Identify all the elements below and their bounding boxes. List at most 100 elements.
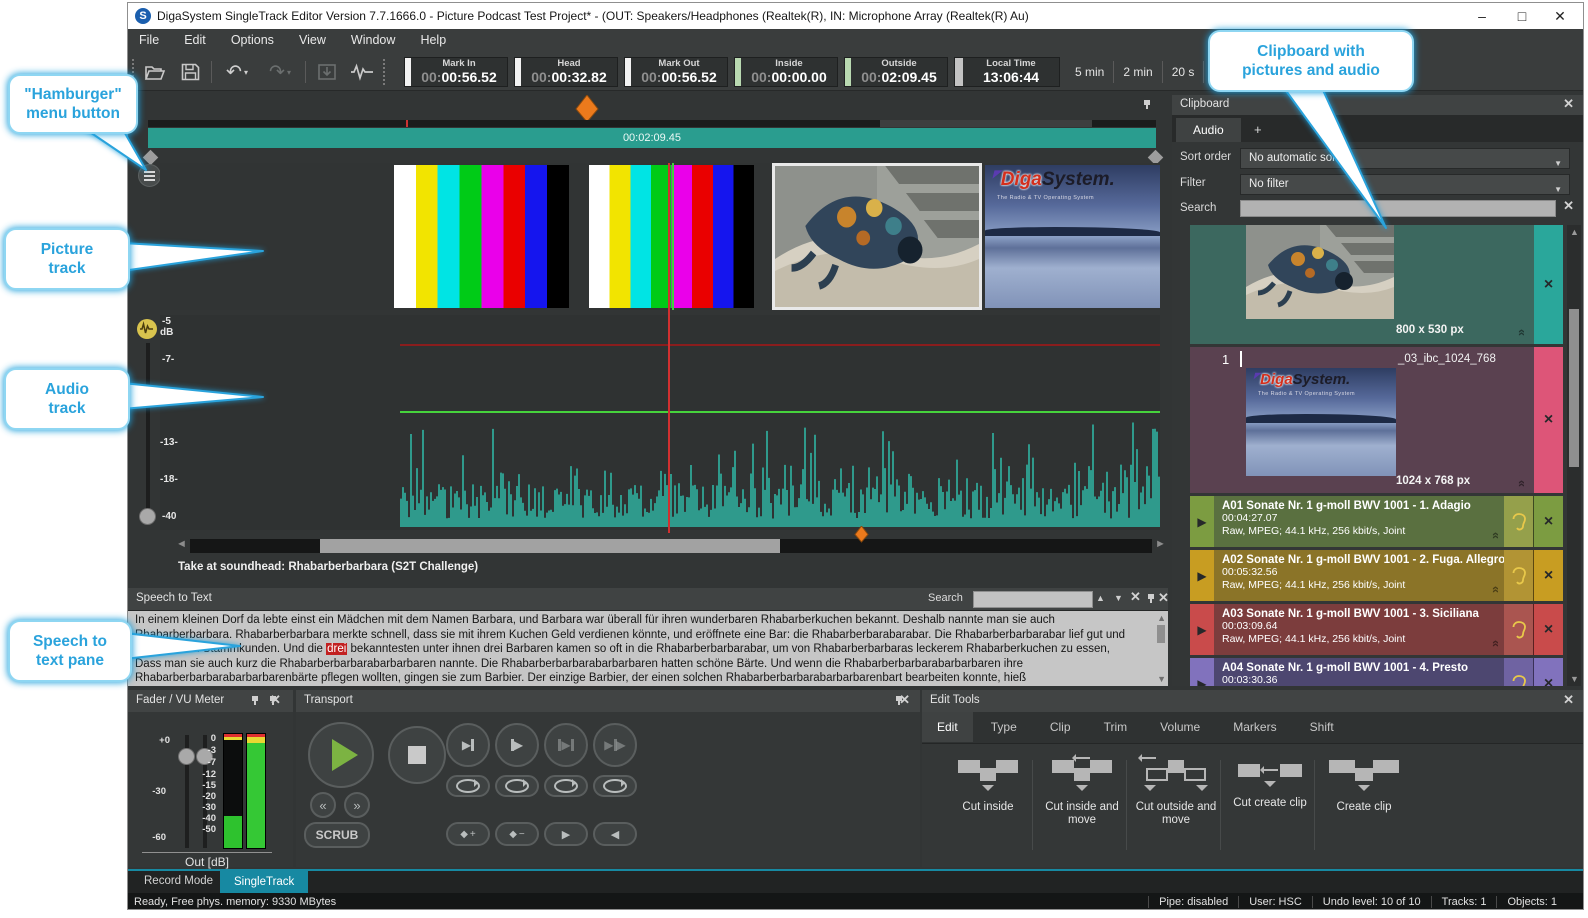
- delete-item-icon[interactable]: ×: [1533, 496, 1563, 547]
- picture-clip-colorbars-1[interactable]: [394, 165, 569, 308]
- cut-outside-move-tool[interactable]: Cut outside and move: [1130, 752, 1222, 827]
- clipboard-picture-item-2[interactable]: 1 _03_ibc_1024_768 ◤DigaSystem. The Radi…: [1190, 347, 1563, 493]
- redo-icon[interactable]: ↷▾: [262, 59, 298, 85]
- loop-button-4[interactable]: [593, 775, 637, 797]
- menu-view[interactable]: View: [288, 29, 337, 51]
- tab-markers[interactable]: Markers: [1218, 712, 1291, 742]
- open-file-icon[interactable]: [141, 59, 169, 85]
- play-around-button[interactable]: ▶▶: [593, 723, 637, 767]
- soundhead-marker[interactable]: [854, 526, 869, 543]
- prelisten-ear-icon[interactable]: [1504, 604, 1533, 655]
- tab-clip[interactable]: Clip: [1035, 712, 1086, 742]
- loop-button-1[interactable]: [446, 775, 490, 797]
- prelisten-ear-icon[interactable]: [1504, 550, 1533, 601]
- track-gain-knob[interactable]: [139, 508, 156, 525]
- cut-inside-move-tool[interactable]: Cut inside and move: [1036, 752, 1128, 827]
- overview-position-marker[interactable]: [575, 95, 599, 123]
- clipboard-audio-item-1[interactable]: ▶ A01 Sonate Nr. 1 g-moll BWV 1001 - 1. …: [1190, 496, 1563, 547]
- menu-window[interactable]: Window: [340, 29, 406, 51]
- local-time-field[interactable]: Local Time 13:06:44: [954, 57, 1060, 87]
- prev-marker-button[interactable]: ◀: [593, 822, 637, 846]
- collapse-item-icon[interactable]: »: [1487, 640, 1502, 647]
- clipboard-scroll-thumb[interactable]: [1569, 309, 1579, 467]
- toolbar-grip-2[interactable]: [383, 59, 385, 85]
- clipboard-scroll-down-icon[interactable]: ▼: [1570, 674, 1579, 684]
- cut-create-clip-tool[interactable]: Cut create clip: [1224, 760, 1316, 810]
- clipboard-search-clear-icon[interactable]: ✕: [1563, 200, 1574, 212]
- tab-record-mode[interactable]: Record Mode: [134, 875, 223, 887]
- delete-item-icon[interactable]: ×: [1533, 658, 1563, 686]
- scroll-right-arrow[interactable]: ►: [1155, 538, 1166, 550]
- edit-tools-close-icon[interactable]: ✕: [1563, 694, 1574, 706]
- tab-volume[interactable]: Volume: [1145, 712, 1215, 742]
- zoom-5min-button[interactable]: 5 min: [1066, 65, 1113, 79]
- cut-inside-tool[interactable]: Cut inside: [942, 760, 1034, 814]
- skip-forward-button[interactable]: »: [344, 792, 370, 818]
- speech-scroll-thumb[interactable]: [1157, 625, 1165, 643]
- search-clear-icon[interactable]: ✕: [1130, 591, 1141, 604]
- clipboard-close-icon[interactable]: ✕: [1563, 98, 1574, 110]
- clipboard-audio-item-3[interactable]: ▶ A03 Sonate Nr. 1 g-moll BWV 1001 - 3. …: [1190, 604, 1563, 655]
- picture-thumbnail-lizard[interactable]: [1246, 225, 1394, 319]
- tab-trim[interactable]: Trim: [1089, 712, 1143, 742]
- collapse-item-icon[interactable]: »: [1513, 480, 1528, 487]
- waveform-tool-icon[interactable]: [348, 59, 376, 85]
- picture-clip-lizard[interactable]: [772, 163, 982, 310]
- overview-duration-bar[interactable]: 00:02:09.45: [148, 128, 1156, 148]
- clipboard-pin-icon[interactable]: [1142, 99, 1152, 110]
- play-from-mark-button[interactable]: ▶: [495, 723, 539, 767]
- add-marker-button[interactable]: ◆+: [446, 822, 490, 846]
- track-gain-slider[interactable]: [146, 343, 150, 521]
- scroll-left-arrow[interactable]: ◄: [176, 538, 187, 550]
- collapse-item-icon[interactable]: »: [1513, 329, 1528, 336]
- skip-back-button[interactable]: «: [310, 792, 336, 818]
- overview-left-handle[interactable]: [143, 150, 159, 166]
- speech-scroll-up-icon[interactable]: ▲: [1157, 613, 1166, 623]
- collapse-item-icon[interactable]: »: [1487, 532, 1502, 539]
- fader-pin-icon[interactable]: [250, 695, 260, 706]
- loop-button-3[interactable]: [544, 775, 588, 797]
- maximize-button[interactable]: □: [1505, 5, 1539, 27]
- clipboard-scroll-up-icon[interactable]: ▲: [1570, 227, 1579, 237]
- create-clip-tool[interactable]: Create clip: [1318, 760, 1410, 814]
- item-color-strip[interactable]: ×: [1534, 225, 1563, 344]
- clipboard-tab-audio[interactable]: Audio: [1176, 118, 1241, 142]
- mark-in-field[interactable]: Mark In 00:00:56.52: [404, 57, 508, 87]
- menu-help[interactable]: Help: [409, 29, 457, 51]
- play-to-mark-button[interactable]: ▶: [446, 723, 490, 767]
- play-button[interactable]: [308, 722, 374, 788]
- timeline-scrollbar[interactable]: [190, 539, 1152, 553]
- filter-select[interactable]: No filter▼: [1240, 174, 1570, 195]
- play-item-button[interactable]: ▶: [1190, 604, 1214, 655]
- clipboard-audio-item-4[interactable]: ▶ A04 Sonate Nr. 1 g-moll BWV 1001 - 4. …: [1190, 658, 1563, 686]
- delete-item-icon[interactable]: ×: [1544, 411, 1553, 429]
- item-color-strip[interactable]: ×: [1534, 347, 1563, 493]
- collapse-item-icon[interactable]: »: [1487, 586, 1502, 593]
- timeline-scrollbar-thumb[interactable]: [320, 539, 780, 553]
- delete-item-icon[interactable]: ×: [1533, 604, 1563, 655]
- clipboard-picture-item-1[interactable]: 800 x 530 px » ×: [1190, 225, 1563, 344]
- save-icon[interactable]: [176, 59, 204, 85]
- stop-button[interactable]: [388, 726, 446, 784]
- prelisten-ear-icon[interactable]: [1504, 496, 1533, 547]
- close-button[interactable]: ✕: [1543, 5, 1577, 27]
- speech-pin-icon[interactable]: [1146, 593, 1156, 604]
- play-item-button[interactable]: ▶: [1190, 550, 1214, 601]
- overview-strip[interactable]: [148, 120, 1156, 127]
- delete-item-icon[interactable]: ×: [1544, 276, 1553, 294]
- remove-marker-button[interactable]: ◆−: [495, 822, 539, 846]
- picture-thumbnail-digasystem[interactable]: ◤DigaSystem. The Radio & TV Operating Sy…: [1246, 368, 1396, 476]
- picture-track[interactable]: ◤DigaSystem. The Radio & TV Operating Sy…: [160, 163, 1160, 310]
- next-marker-button[interactable]: ▶: [544, 822, 588, 846]
- zoom-20s-button[interactable]: 20 s: [1163, 65, 1204, 79]
- head-field[interactable]: Head 00:00:32.82: [514, 57, 618, 87]
- mark-out-field[interactable]: Mark Out 00:00:56.52: [624, 57, 728, 87]
- speech-close-icon[interactable]: ✕: [1158, 592, 1169, 604]
- edit-tools-pin-icon[interactable]: [894, 695, 904, 706]
- prelisten-ear-icon[interactable]: [1504, 658, 1533, 686]
- play-item-button[interactable]: ▶: [1190, 658, 1214, 686]
- scrub-button[interactable]: SCRUB: [304, 822, 370, 848]
- playhead-line[interactable]: [668, 163, 670, 533]
- audio-track[interactable]: [160, 315, 1160, 530]
- hamburger-menu-button[interactable]: [138, 164, 161, 187]
